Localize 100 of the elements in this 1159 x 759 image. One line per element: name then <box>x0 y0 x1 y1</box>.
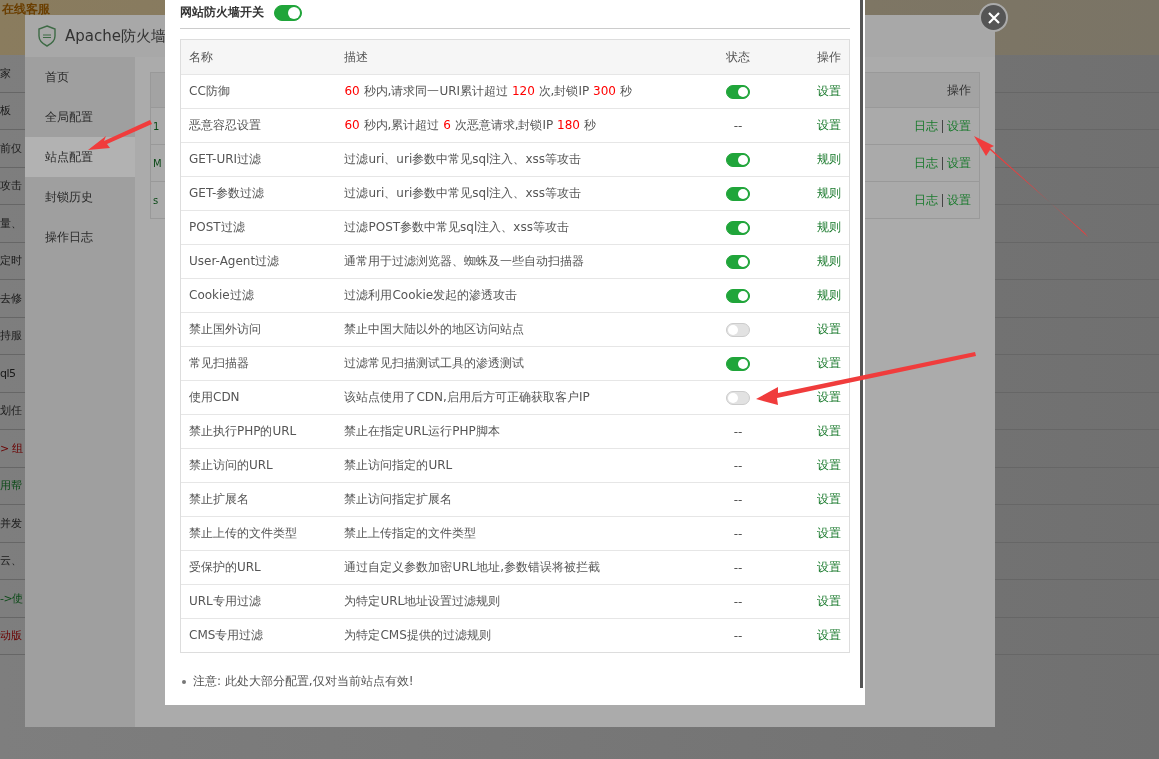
rule-description: 过滤uri、uri参数中常见sql注入、xss等攻击 <box>344 151 583 168</box>
action-link[interactable]: 设置 <box>817 118 841 132</box>
status-toggle[interactable] <box>726 84 751 99</box>
rule-name: 禁止扩展名 <box>189 491 250 508</box>
rule-name: 禁止国外访问 <box>189 321 262 338</box>
page-text: 动版 <box>0 628 21 644</box>
page-text: 持服 <box>0 328 21 344</box>
action-link[interactable]: 设置 <box>817 390 841 404</box>
rule-name: GET-URI过滤 <box>189 151 263 168</box>
page-text: > 组 <box>0 440 23 456</box>
rule-name: 禁止执行PHP的URL <box>189 423 298 440</box>
firewall-toggle[interactable] <box>274 4 302 21</box>
action-link[interactable]: 设置 <box>817 594 841 608</box>
rule-description: 禁止上传指定的文件类型 <box>344 525 478 542</box>
close-icon <box>987 11 1000 24</box>
rule-description: 过滤POST参数中常见sql注入、xss等攻击 <box>344 219 570 236</box>
page-text: ql5 <box>0 366 16 380</box>
rule-description: 该站点使用了CDN,启用后方可正确获取客户IP <box>344 389 591 406</box>
rule-name: GET-参数过滤 <box>189 185 266 202</box>
rule-description: 为特定URL地址设置过滤规则 <box>344 593 502 610</box>
rule-description: 60 秒内,请求同一URI累计超过 120 次,封锁IP 300 秒 <box>344 83 633 100</box>
status-text: -- <box>733 118 743 133</box>
column-header: 操作 <box>816 48 841 66</box>
action-link[interactable]: 设置 <box>817 560 841 574</box>
rule-name: URL专用过滤 <box>189 593 262 610</box>
status-toggle[interactable] <box>726 186 751 201</box>
column-header: 描述 <box>344 48 370 66</box>
action-link[interactable]: 设置 <box>817 356 841 370</box>
action-link[interactable]: 规则 <box>817 220 841 234</box>
annotation-arrow <box>88 120 152 150</box>
site-link[interactable]: s <box>153 194 159 206</box>
site-link[interactable]: 1 <box>153 120 160 132</box>
scrollbar-thumb[interactable] <box>860 0 863 688</box>
rule-name: 受保护的URL <box>189 559 262 576</box>
page-text: ->使 <box>0 590 23 606</box>
rule-description: 过滤利用Cookie发起的渗透攻击 <box>344 287 519 304</box>
site-link[interactable]: M <box>153 157 162 169</box>
page-text: 用帮 <box>0 478 21 494</box>
status-toggle[interactable] <box>726 356 751 371</box>
action-link[interactable]: 设置 <box>817 492 841 506</box>
sidebar-item[interactable]: 首页 <box>25 57 135 97</box>
rule-name: 使用CDN <box>189 389 241 406</box>
action-link[interactable]: 设置 <box>817 628 841 642</box>
note-text: 注意: 此处大部分配置,仅对当前站点有效! <box>193 673 414 690</box>
action-link[interactable]: 规则 <box>817 186 841 200</box>
sidebar-item[interactable]: 封锁历史 <box>25 177 135 217</box>
rule-description: 禁止在指定URL运行PHP脚本 <box>344 423 501 440</box>
rule-description: 禁止访问指定扩展名 <box>344 491 454 508</box>
rule-name: Cookie过滤 <box>189 287 255 304</box>
action-link[interactable]: 规则 <box>817 288 841 302</box>
status-toggle[interactable] <box>726 152 751 167</box>
window-title: Apache防火墙 <box>65 26 166 46</box>
status-text: -- <box>733 526 743 541</box>
bullet-icon <box>182 679 186 684</box>
action-link[interactable]: 设置 <box>817 84 841 98</box>
status-toggle[interactable] <box>726 322 751 337</box>
page-text: 定时 <box>0 253 21 269</box>
column-header: 状态 <box>725 48 752 66</box>
rule-name: POST过滤 <box>189 219 246 236</box>
rule-name: CC防御 <box>189 83 231 100</box>
column-header: 名称 <box>189 48 214 66</box>
action-link[interactable]: 设置 <box>817 322 841 336</box>
page-text: 划任 <box>0 403 21 419</box>
status-text: -- <box>733 492 743 507</box>
rule-description: 为特定CMS提供的过滤规则 <box>344 627 492 644</box>
status-text: -- <box>733 594 743 609</box>
rule-description: 过滤常见扫描测试工具的渗透测试 <box>344 355 526 372</box>
action-link[interactable]: 设置 <box>817 458 841 472</box>
sidebar-item[interactable]: 全局配置 <box>25 97 135 137</box>
rule-name: CMS专用过滤 <box>189 627 265 644</box>
rule-description: 60 秒内,累计超过 6 次恶意请求,封锁IP 180 秒 <box>344 117 597 134</box>
rule-description: 通过自定义参数加密URL地址,参数错误将被拦截 <box>344 559 602 576</box>
action-link[interactable]: 规则 <box>817 254 841 268</box>
page-text: 去修 <box>0 290 21 306</box>
page-text: 前仅 <box>0 140 21 156</box>
page-text: 并发 <box>0 515 21 531</box>
status-toggle[interactable] <box>726 390 751 405</box>
status-toggle[interactable] <box>726 288 751 303</box>
page-text: 攻击 <box>0 178 21 194</box>
page-text: 量、 <box>0 215 21 231</box>
action-link[interactable]: 设置 <box>817 424 841 438</box>
action-link[interactable]: 设置 <box>817 526 841 540</box>
rule-name: 恶意容忍设置 <box>189 117 262 134</box>
shield-icon <box>37 25 57 47</box>
status-text: -- <box>733 458 743 473</box>
page-text: 云、 <box>0 553 21 569</box>
switch-label: 网站防火墙开关 <box>180 4 264 21</box>
rule-name: 禁止访问的URL <box>189 457 274 474</box>
status-text: -- <box>733 560 743 575</box>
status-toggle[interactable] <box>726 254 751 269</box>
sidebar-item[interactable]: 操作日志 <box>25 217 135 257</box>
status-text: -- <box>733 628 743 643</box>
page-text: 家 <box>0 65 11 81</box>
rule-name: 禁止上传的文件类型 <box>189 525 298 542</box>
action-link[interactable]: 规则 <box>817 152 841 166</box>
rule-description: 禁止访问指定的URL <box>344 457 454 474</box>
rule-description: 通常用于过滤浏览器、蜘蛛及一些自动扫描器 <box>344 253 586 270</box>
column-header: 操作 <box>947 81 971 99</box>
sidebar-item[interactable]: 站点配置 <box>25 137 135 177</box>
status-toggle[interactable] <box>726 220 751 235</box>
